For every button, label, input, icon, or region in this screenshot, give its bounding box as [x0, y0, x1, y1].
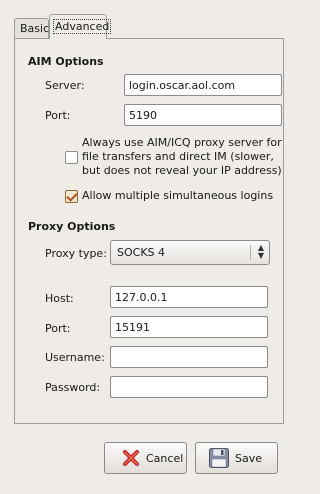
- combo-separator: [250, 245, 251, 260]
- aim-options-heading: AIM Options: [28, 55, 104, 68]
- proxy-server-checkbox[interactable]: [65, 151, 78, 164]
- tab-advanced-label: Advanced: [52, 19, 112, 34]
- floppy-disk-icon: [209, 448, 229, 468]
- proxy-server-label-line2: file transfers and direct IM (slower,: [82, 150, 274, 163]
- tab-basic[interactable]: Basic: [14, 18, 49, 39]
- server-input[interactable]: [124, 74, 282, 96]
- tab-advanced[interactable]: Advanced: [49, 14, 112, 39]
- proxy-type-value: SOCKS 4: [117, 246, 166, 259]
- cancel-button[interactable]: Cancel: [104, 442, 187, 474]
- proxy-port-input[interactable]: [110, 316, 268, 338]
- save-button-label: Save: [235, 451, 263, 465]
- proxy-type-label: Proxy type:: [45, 247, 107, 260]
- multiple-logins-checkbox[interactable]: [65, 190, 78, 203]
- proxy-server-label-line1: Always use AIM/ICQ proxy server for: [82, 136, 282, 149]
- tab-basic-label: Basic: [20, 22, 50, 35]
- username-input[interactable]: [110, 346, 268, 368]
- updown-arrows-icon: ▲ ▼: [257, 243, 264, 260]
- save-button[interactable]: Save: [195, 442, 278, 474]
- advanced-panel: AIM Options Server: Port: Always use AIM…: [14, 38, 284, 424]
- host-input[interactable]: [110, 286, 268, 308]
- multiple-logins-label[interactable]: Allow multiple simultaneous logins: [82, 189, 273, 203]
- username-label: Username:: [45, 351, 105, 364]
- proxy-port-label: Port:: [45, 322, 71, 335]
- proxy-options-heading: Proxy Options: [28, 220, 116, 233]
- proxy-server-checkbox-label[interactable]: Always use AIM/ICQ proxy server for file…: [82, 136, 282, 178]
- host-label: Host:: [45, 292, 74, 305]
- aim-port-input[interactable]: [124, 104, 282, 126]
- aim-port-label: Port:: [45, 109, 71, 122]
- proxy-type-select[interactable]: SOCKS 4 ▲ ▼: [110, 240, 270, 265]
- red-x-icon: [123, 450, 139, 466]
- cancel-button-label: Cancel: [146, 451, 184, 465]
- proxy-server-label-line3: but does not reveal your IP address): [82, 164, 282, 177]
- password-label: Password:: [45, 381, 101, 394]
- server-label: Server:: [45, 79, 85, 92]
- password-input[interactable]: [110, 376, 268, 398]
